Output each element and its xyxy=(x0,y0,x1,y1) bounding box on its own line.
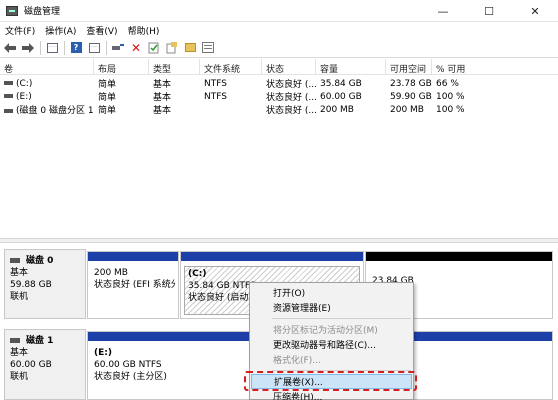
column-header-status[interactable]: 状态 xyxy=(262,59,316,75)
capacity-cell: 60.00 GB xyxy=(320,91,362,102)
column-header-volume[interactable]: 卷 xyxy=(0,59,94,75)
table-row[interactable]: (磁盘 0 磁盘分区 1) 简单 基本 状态良好 (... 200 MB 200… xyxy=(0,103,558,116)
capacity-cell: 200 MB xyxy=(320,104,354,115)
percent-free-cell: 100 % xyxy=(436,104,465,115)
partition-size: 200 MB xyxy=(94,268,128,278)
maximize-button[interactable]: ☐ xyxy=(466,0,512,22)
menu-bar: 文件(F) 操作(A) 查看(V) 帮助(H) xyxy=(0,22,558,38)
toolbar-separator xyxy=(64,40,65,55)
status-cell: 状态良好 (... xyxy=(266,106,316,116)
minimize-button[interactable]: — xyxy=(420,0,466,22)
delete-icon[interactable]: ✕ xyxy=(129,41,143,55)
disk-management-icon xyxy=(6,5,18,16)
partition-status: 状态良好 (EFI 系统分区) xyxy=(94,280,175,290)
highlight-annotation-box xyxy=(244,371,417,391)
layout-cell: 简单 xyxy=(98,93,117,103)
column-header-filesystem[interactable]: 文件系统 xyxy=(200,59,262,75)
capacity-cell: 35.84 GB xyxy=(320,78,362,89)
menu-item-format: 格式化(F)... xyxy=(273,356,321,366)
status-cell: 状态良好 (... xyxy=(266,80,316,90)
table-row[interactable]: (C:) 简单 基本 NTFS 状态良好 (... 35.84 GB 23.78… xyxy=(0,77,558,90)
toolbar-separator xyxy=(106,40,107,55)
volume-icon xyxy=(4,81,13,85)
free-space-cell: 23.78 GB xyxy=(390,78,432,89)
partition-bar xyxy=(88,252,178,261)
filesystem-cell: NTFS xyxy=(204,78,227,89)
volume-icon xyxy=(4,108,13,113)
disk-icon xyxy=(10,258,20,263)
toolbar: ? ✕ xyxy=(0,38,558,58)
volume-icon xyxy=(4,94,13,98)
column-header-percent-free[interactable]: % 可用 xyxy=(432,59,558,75)
window-title: 磁盘管理 xyxy=(24,7,61,17)
title-bar: 磁盘管理 — ☐ ✕ xyxy=(0,0,558,22)
disk-name: 磁盘 1 xyxy=(26,336,54,346)
partition-bar xyxy=(366,252,552,261)
volume-name: (C:) xyxy=(16,78,33,89)
partition-efi[interactable]: 200 MB 状态良好 (EFI 系统分区) xyxy=(87,251,179,319)
help-icon[interactable]: ? xyxy=(69,41,83,55)
percent-free-cell: 66 % xyxy=(436,78,459,89)
list-header: 卷 布局 类型 文件系统 状态 容量 可用空间 % 可用 xyxy=(0,59,558,75)
type-cell: 基本 xyxy=(153,106,172,116)
menu-item-mark-active: 将分区标记为活动分区(M) xyxy=(273,326,378,336)
disk-type: 基本 xyxy=(10,268,29,278)
disk-size: 59.88 GB xyxy=(10,280,52,290)
menu-view[interactable]: 查看(V) xyxy=(81,24,122,37)
status-cell: 状态良好 (... xyxy=(266,93,316,103)
percent-free-cell: 100 % xyxy=(436,91,465,102)
menu-separator xyxy=(272,318,411,319)
close-button[interactable]: ✕ xyxy=(512,0,558,22)
disk-name: 磁盘 0 xyxy=(26,256,54,266)
disk-1-label[interactable]: 磁盘 1 基本 60.00 GB 联机 xyxy=(4,329,86,400)
forward-arrow-icon[interactable] xyxy=(21,41,35,55)
filesystem-cell: NTFS xyxy=(204,91,227,102)
column-header-capacity[interactable]: 容量 xyxy=(316,59,386,75)
toolbar-separator xyxy=(40,40,41,55)
volume-name: (E:) xyxy=(16,91,32,102)
column-header-free-space[interactable]: 可用空间 xyxy=(386,59,432,75)
disk-0-label[interactable]: 磁盘 0 基本 59.88 GB 联机 xyxy=(4,249,86,319)
disk-icon xyxy=(10,338,20,343)
menu-help[interactable]: 帮助(H) xyxy=(123,24,165,37)
type-cell: 基本 xyxy=(153,80,172,90)
volume-list: 卷 布局 类型 文件系统 状态 容量 可用空间 % 可用 (C:) 简单 基本 … xyxy=(0,59,558,237)
disk-size: 60.00 GB xyxy=(10,360,52,370)
properties-icon[interactable] xyxy=(201,41,215,55)
free-space-cell: 200 MB xyxy=(390,104,424,115)
layout-cell: 简单 xyxy=(98,80,117,90)
menu-action[interactable]: 操作(A) xyxy=(40,24,81,37)
doc-icon[interactable] xyxy=(165,41,179,55)
partition-title: (C:) xyxy=(188,269,207,279)
disk-type: 基本 xyxy=(10,348,29,358)
column-header-layout[interactable]: 布局 xyxy=(94,59,149,75)
menu-item-open[interactable]: 打开(O) xyxy=(250,285,413,300)
list-icon[interactable] xyxy=(87,41,101,55)
volume-name: (磁盘 0 磁盘分区 1) xyxy=(16,106,94,116)
disk-status: 联机 xyxy=(10,292,29,302)
table-row[interactable]: (E:) 简单 基本 NTFS 状态良好 (... 60.00 GB 59.90… xyxy=(0,90,558,103)
menu-item-change-drive-letter[interactable]: 更改驱动器号和路径(C)... xyxy=(250,337,413,352)
type-cell: 基本 xyxy=(153,93,172,103)
grid-icon[interactable] xyxy=(45,41,59,55)
folder-icon[interactable] xyxy=(183,41,197,55)
connect-icon[interactable] xyxy=(111,41,125,55)
menu-file[interactable]: 文件(F) xyxy=(0,24,40,37)
column-header-type[interactable]: 类型 xyxy=(149,59,200,75)
disk-status: 联机 xyxy=(10,372,29,382)
layout-cell: 简单 xyxy=(98,106,117,116)
window-controls: — ☐ ✕ xyxy=(420,0,558,22)
free-space-cell: 59.90 GB xyxy=(390,91,432,102)
menu-item-explorer[interactable]: 资源管理器(E) xyxy=(250,300,413,315)
back-arrow-icon[interactable] xyxy=(3,41,17,55)
partition-bar xyxy=(181,252,363,261)
check-icon[interactable] xyxy=(147,41,161,55)
